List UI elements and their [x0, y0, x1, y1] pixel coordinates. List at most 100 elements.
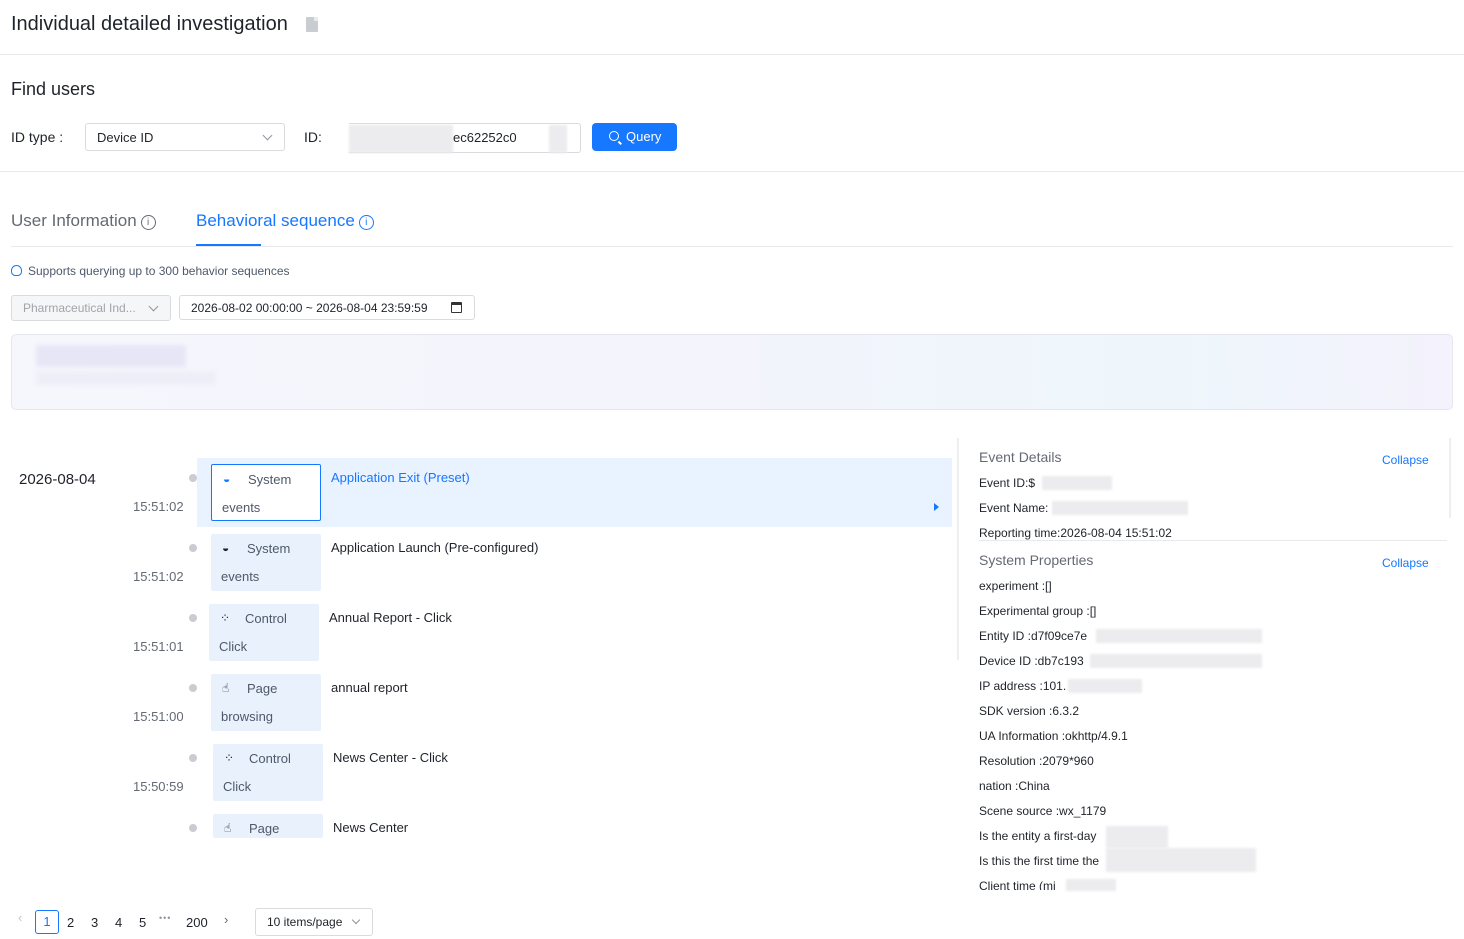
redacted-block: [1106, 848, 1256, 872]
event-type-card[interactable]: ⁘ Control Click: [209, 604, 319, 661]
event-type-line2: events: [222, 500, 261, 515]
tab-user-information[interactable]: User Information i: [11, 211, 156, 231]
timeline-dot: [189, 684, 197, 692]
property-row: Scene source :wx_1179: [979, 804, 1107, 818]
id-type-label: ID type :: [11, 129, 64, 145]
property-row: experiment :[]: [979, 579, 1052, 593]
event-time: 15:50:59: [133, 779, 184, 794]
timeline-dot: [189, 824, 197, 832]
event-time: 15:51:02: [133, 569, 184, 584]
tabs-divider: [11, 246, 1453, 247]
event-type-line1: System: [248, 472, 292, 487]
page-size-select[interactable]: 10 items/page: [255, 908, 373, 936]
event-type-card[interactable]: ◒ System events: [211, 464, 321, 521]
redacted-block: [1052, 501, 1188, 515]
property-row: Resolution :2079*960: [979, 754, 1094, 768]
property-row: SDK version :6.3.2: [979, 704, 1080, 718]
event-type-line1: System: [247, 541, 291, 556]
calendar-icon: [451, 302, 462, 313]
redacted-block: [1096, 629, 1262, 643]
event-details-title: Event Details: [979, 449, 1062, 465]
system-event-icon: ◒: [222, 541, 230, 555]
date-range-picker[interactable]: 2026-08-02 00:00:00 ~ 2026-08-04 23:59:5…: [179, 295, 475, 320]
query-hint: Supports querying up to 300 behavior seq…: [11, 264, 290, 278]
page-3-button[interactable]: 3: [91, 915, 98, 930]
page-1-button[interactable]: 1: [35, 910, 59, 934]
id-input[interactable]: ec62252c0: [349, 123, 581, 153]
redacted-block: [1066, 879, 1116, 891]
scrollbar[interactable]: [957, 438, 959, 660]
event-name[interactable]: News Center: [333, 820, 408, 835]
event-name[interactable]: Annual Report - Click: [329, 610, 452, 625]
section-divider: [0, 171, 1464, 172]
info-icon: i: [358, 215, 374, 230]
next-page-button[interactable]: ›: [224, 912, 228, 927]
document-icon[interactable]: [306, 17, 318, 32]
collapse-event-details-link[interactable]: Collapse: [1382, 453, 1429, 467]
property-row: Client time (mi: [979, 879, 1056, 890]
id-label: ID:: [304, 129, 322, 145]
collapse-system-properties-link[interactable]: Collapse: [1382, 556, 1429, 570]
page-header: Individual detailed investigation: [0, 0, 1464, 55]
hand-pointer-icon: ☝: [224, 821, 232, 835]
event-type-card[interactable]: ☝ Page browsing: [211, 674, 321, 731]
redacted-block: [1068, 679, 1142, 693]
timeline-dot: [189, 614, 197, 622]
event-type-card[interactable]: ◒ System events: [211, 534, 321, 591]
click-icon: ⁘: [220, 611, 231, 625]
event-name[interactable]: annual report: [331, 680, 408, 695]
redacted-block: [349, 125, 453, 153]
page-5-button[interactable]: 5: [139, 915, 146, 930]
project-select[interactable]: Pharmaceutical Ind...: [11, 295, 171, 321]
redacted-block: [36, 371, 216, 385]
lightbulb-icon: [11, 265, 22, 276]
event-type-line1: Control: [249, 751, 291, 766]
caret-right-icon: [934, 503, 939, 511]
panel-divider: [979, 540, 1447, 541]
event-name[interactable]: Application Launch (Pre-configured): [331, 540, 538, 555]
event-detail-row: Reporting time:2026-08-04 15:51:02: [979, 526, 1172, 540]
timeline-date: 2026-08-04: [19, 471, 96, 488]
find-users-title: Find users: [11, 79, 96, 99]
timeline-dot: [189, 754, 197, 762]
property-row: UA Information :okhttp/4.9.1: [979, 729, 1128, 743]
click-icon: ⁘: [224, 751, 235, 765]
redacted-block: [1090, 654, 1262, 668]
info-icon: i: [140, 215, 156, 230]
redacted-block: [36, 345, 186, 367]
chevron-down-icon: [148, 301, 159, 312]
page-200-button[interactable]: 200: [186, 915, 208, 930]
event-type-card[interactable]: ⁘ Control Click: [213, 744, 323, 801]
id-type-value: Device ID: [97, 130, 154, 145]
event-time: 15:51:02: [133, 499, 184, 514]
event-type-line1: Control: [245, 611, 287, 626]
chevron-down-icon: [262, 130, 273, 141]
pagination-ellipsis[interactable]: •••: [159, 913, 171, 923]
scrollbar[interactable]: [1449, 438, 1451, 518]
chevron-down-icon: [351, 915, 361, 925]
page-title: Individual detailed investigation: [11, 13, 288, 35]
timeline-dot: [189, 474, 197, 482]
redacted-block: [1106, 826, 1168, 848]
date-range-value: 2026-08-02 00:00:00 ~ 2026-08-04 23:59:5…: [191, 301, 428, 315]
property-row: Is the entity a first-day: [979, 829, 1097, 843]
query-button[interactable]: Query: [592, 123, 677, 151]
page-2-button[interactable]: 2: [67, 915, 74, 930]
event-type-line2: Click: [223, 779, 252, 794]
event-type-line2: Click: [219, 639, 248, 654]
event-detail-row: Event Name:: [979, 501, 1049, 515]
event-detail-row: Event ID:$: [979, 476, 1036, 490]
event-type-card[interactable]: ☝ Page: [213, 814, 323, 838]
event-type-line1: Page: [249, 821, 280, 836]
property-row: Entity ID :d7f09ce7e: [979, 629, 1088, 643]
page-size-value: 10 items/page: [267, 915, 343, 929]
user-summary-banner: [11, 334, 1453, 410]
prev-page-button[interactable]: ‹: [18, 910, 22, 925]
page-4-button[interactable]: 4: [115, 915, 122, 930]
property-row: Experimental group :[]: [979, 604, 1097, 618]
event-name[interactable]: Application Exit (Preset): [331, 470, 470, 485]
tab-behavioral-sequence[interactable]: Behavioral sequence i: [196, 211, 374, 231]
redacted-block: [549, 125, 567, 153]
id-type-select[interactable]: Device ID: [85, 123, 285, 151]
event-name[interactable]: News Center - Click: [333, 750, 448, 765]
